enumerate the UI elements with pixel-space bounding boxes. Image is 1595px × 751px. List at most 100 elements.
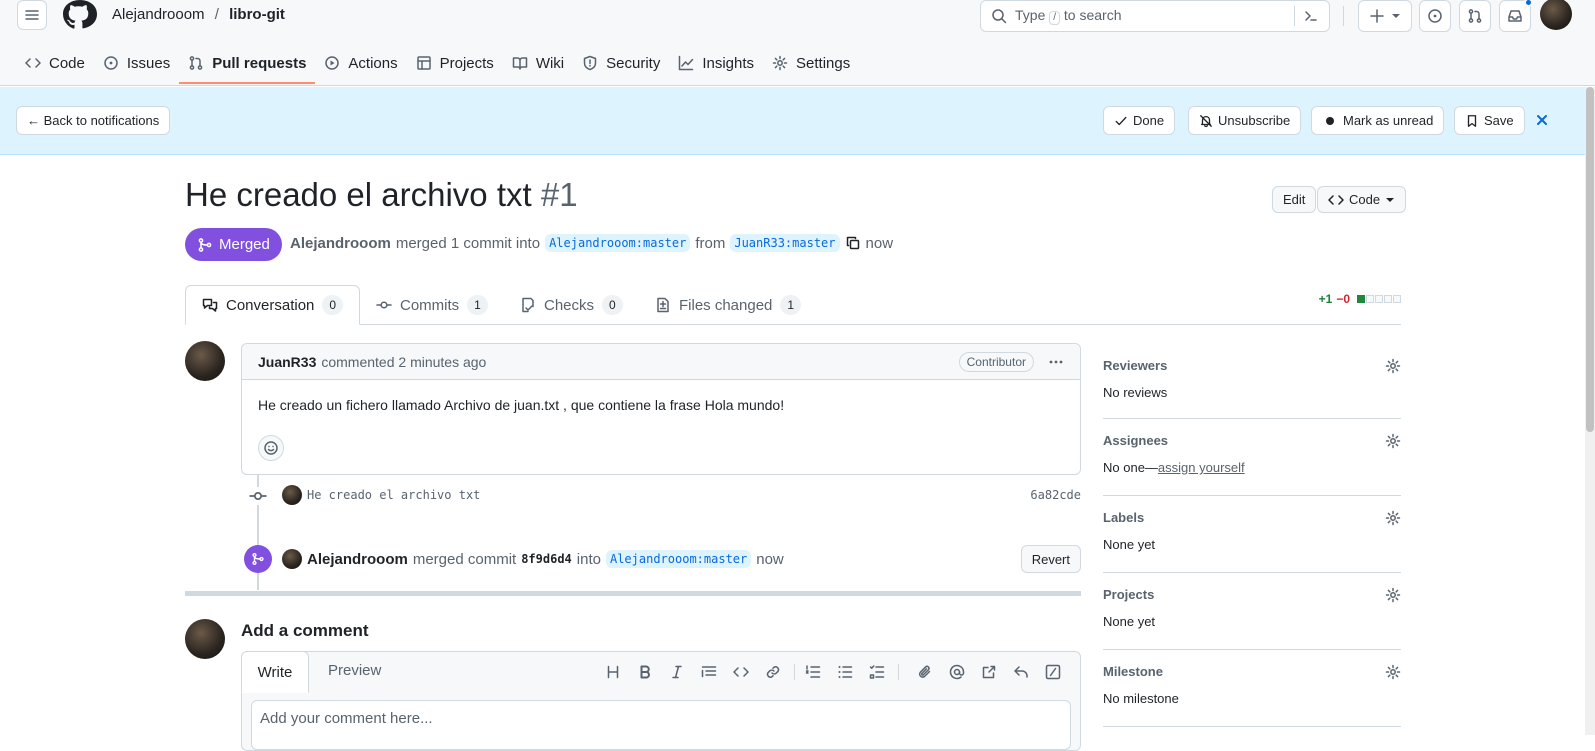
github-logo-icon[interactable] xyxy=(63,0,97,30)
merge-actor[interactable]: Alejandrooom xyxy=(307,551,408,568)
diffstat-block-neutral xyxy=(1384,295,1392,303)
revert-label: Revert xyxy=(1031,551,1070,567)
gear-icon[interactable] xyxy=(1385,358,1401,374)
milestone-heading[interactable]: Milestone xyxy=(1103,664,1401,679)
reviewers-heading[interactable]: Reviewers xyxy=(1103,358,1401,373)
add-reaction-button[interactable] xyxy=(258,435,284,461)
repo-link[interactable]: libro-git xyxy=(229,6,285,23)
tab-files-changed[interactable]: Files changed 1 xyxy=(655,285,802,325)
tab-actions[interactable]: Actions xyxy=(315,43,406,83)
tab-commits[interactable]: Commits 1 xyxy=(376,285,488,325)
labels-heading[interactable]: Labels xyxy=(1103,510,1401,525)
conversation-count: 0 xyxy=(322,295,344,315)
gear-icon[interactable] xyxy=(1385,510,1401,526)
saved-reply-button[interactable] xyxy=(1010,652,1032,692)
done-button[interactable]: Done xyxy=(1103,106,1176,135)
assign-yourself-link[interactable]: assign yourself xyxy=(1158,460,1245,475)
diffstat[interactable]: +1 −0 xyxy=(1319,292,1401,306)
triangle-down-icon xyxy=(1392,14,1400,18)
quote-button[interactable] xyxy=(698,652,720,692)
tab-wiki[interactable]: Wiki xyxy=(503,43,573,83)
tab-issues[interactable]: Issues xyxy=(94,43,179,83)
edit-title-button[interactable]: Edit xyxy=(1272,186,1317,213)
ordered-list-button[interactable] xyxy=(802,652,824,692)
attach-button[interactable] xyxy=(914,652,936,692)
issue-opened-icon xyxy=(1428,9,1442,23)
code-dropdown-button[interactable]: Code xyxy=(1317,186,1407,213)
comment-author[interactable]: JuanR33 xyxy=(258,354,316,370)
heading-icon xyxy=(607,665,619,679)
commit-sha[interactable]: 6a82cde xyxy=(1030,488,1081,502)
notification-dot-icon xyxy=(1524,0,1533,7)
edit-label: Edit xyxy=(1283,192,1306,207)
create-new-button[interactable] xyxy=(1358,0,1412,32)
tab-insights-label: Insights xyxy=(702,54,755,72)
scrollbar[interactable] xyxy=(1585,87,1595,735)
owner-link[interactable]: Alejandrooom xyxy=(112,6,205,23)
merge-target-branch[interactable]: Alejandrooom:master xyxy=(605,550,752,568)
tab-write[interactable]: Write xyxy=(241,651,309,693)
tab-code[interactable]: Code xyxy=(16,43,94,83)
tab-pull-requests[interactable]: Pull requests xyxy=(179,43,316,84)
unsubscribe-button[interactable]: Unsubscribe xyxy=(1188,106,1302,135)
user-avatar[interactable] xyxy=(1540,0,1572,30)
pull-requests-button[interactable] xyxy=(1459,0,1491,32)
commit-message[interactable]: He creado el archivo txt xyxy=(307,488,480,502)
command-palette-icon[interactable] xyxy=(1303,8,1319,24)
triangle-down-icon xyxy=(1386,197,1395,202)
slash-commands-button[interactable] xyxy=(1042,652,1064,692)
tab-projects[interactable]: Projects xyxy=(407,43,503,83)
unordered-list-button[interactable] xyxy=(834,652,856,692)
assignees-heading[interactable]: Assignees xyxy=(1103,433,1401,448)
labels-section: Labels None yet xyxy=(1103,496,1401,573)
inbox-button[interactable] xyxy=(1499,0,1533,32)
tab-settings[interactable]: Settings xyxy=(763,43,859,83)
current-user-avatar[interactable] xyxy=(185,619,225,659)
projects-heading[interactable]: Projects xyxy=(1103,587,1401,602)
tab-commits-label: Commits xyxy=(400,296,460,314)
gear-icon[interactable] xyxy=(1385,433,1401,449)
comment-textarea[interactable]: Add your comment here... xyxy=(251,700,1071,750)
save-label: Save xyxy=(1484,113,1514,128)
scrollbar-thumb[interactable] xyxy=(1586,87,1594,432)
notification-bar: ← Back to notifications Done Unsubscribe… xyxy=(0,87,1585,155)
code-button[interactable] xyxy=(730,652,752,692)
mention-button[interactable] xyxy=(946,652,968,692)
search-suffix: to search xyxy=(1063,7,1122,23)
close-icon[interactable] xyxy=(1534,112,1550,128)
plus-icon xyxy=(1370,9,1384,23)
tab-security[interactable]: Security xyxy=(573,43,669,83)
head-branch[interactable]: JuanR33:master xyxy=(730,234,840,252)
cross-reference-button[interactable] xyxy=(978,652,1000,692)
italic-button[interactable] xyxy=(666,652,688,692)
copy-icon[interactable] xyxy=(845,235,861,251)
comment-discussion-icon xyxy=(202,298,218,312)
menu-button[interactable] xyxy=(17,0,47,30)
tab-insights[interactable]: Insights xyxy=(669,43,763,83)
tab-conversation[interactable]: Conversation 0 xyxy=(185,285,361,325)
heading-button[interactable] xyxy=(602,652,624,692)
commit-author-avatar[interactable] xyxy=(282,485,302,505)
comment-author-avatar[interactable] xyxy=(185,341,225,381)
back-to-notifications-button[interactable]: ← Back to notifications xyxy=(16,106,171,135)
page-title: He creado el archivo txt #1 xyxy=(185,176,578,214)
task-list-button[interactable] xyxy=(866,652,888,692)
gear-icon[interactable] xyxy=(1385,587,1401,603)
save-button[interactable]: Save xyxy=(1454,106,1525,135)
merge-commit-sha[interactable]: 8f9d6d4 xyxy=(521,552,572,566)
issues-button[interactable] xyxy=(1419,0,1451,32)
revert-button[interactable]: Revert xyxy=(1020,545,1081,573)
search-input[interactable]: Type / to search xyxy=(980,0,1330,32)
repo-nav: Code Issues Pull requests Actions Projec… xyxy=(16,43,859,86)
mark-as-unread-button[interactable]: Mark as unread xyxy=(1311,106,1445,135)
pr-author-link[interactable]: Alejandrooom xyxy=(290,235,391,252)
bold-button[interactable] xyxy=(634,652,656,692)
kebab-horizontal-icon[interactable] xyxy=(1048,354,1064,370)
link-button[interactable] xyxy=(762,652,784,692)
tab-preview[interactable]: Preview xyxy=(328,662,381,679)
gear-icon[interactable] xyxy=(1385,664,1401,680)
merge-actor-avatar[interactable] xyxy=(282,549,302,569)
comment-meta[interactable]: commented 2 minutes ago xyxy=(321,354,486,370)
base-branch[interactable]: Alejandrooom:master xyxy=(545,234,691,252)
tab-checks[interactable]: Checks 0 xyxy=(520,285,623,325)
